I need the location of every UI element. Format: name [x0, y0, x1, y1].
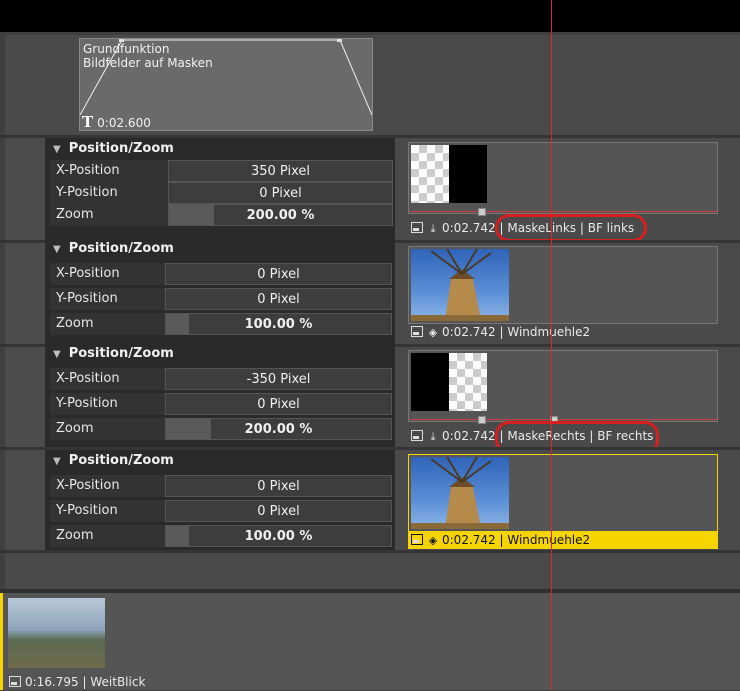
zoom-slider[interactable]: 200.00 %	[168, 204, 393, 226]
mask-black-area	[449, 145, 487, 203]
clip-duration: 0:02.742	[442, 221, 496, 235]
transparency-checker	[449, 353, 487, 411]
keyframe-handle[interactable]	[478, 416, 486, 424]
title-clip[interactable]: Grundfunktion Bildfelder auf Masken T 0:0…	[79, 38, 373, 131]
y-position-field[interactable]: 0 Pixel	[165, 288, 392, 310]
layers-icon: ◈	[428, 534, 438, 547]
zoom-slider[interactable]: 200.00 %	[165, 418, 392, 440]
mask-black-area	[411, 353, 449, 411]
layers-icon: ◈	[428, 326, 438, 339]
x-position-label: X-Position	[50, 263, 165, 285]
clip-name: | Windmuehle2	[499, 533, 591, 547]
panel-header: Position/Zoom	[68, 346, 174, 361]
mask-right-clip[interactable]	[408, 350, 718, 422]
windmill-thumbnail	[411, 457, 509, 529]
title-duration: 0:02.600	[97, 116, 151, 130]
y-position-label: Y-Position	[50, 182, 168, 204]
image-icon	[411, 430, 423, 441]
highlight-oval	[495, 214, 647, 242]
windmill-thumbnail	[411, 249, 509, 321]
zoom-label: Zoom	[50, 525, 165, 547]
clip-duration: 0:02.742	[442, 429, 496, 443]
y-position-field[interactable]: 0 Pixel	[168, 182, 393, 204]
position-zoom-panel: ▼ Position/Zoom X-Position 0 Pixel Y-Posi…	[45, 238, 395, 344]
x-position-label: X-Position	[50, 368, 165, 390]
download-icon: ⤓	[430, 430, 436, 443]
clip-name: | WeitBlick	[82, 675, 146, 689]
zoom-label: Zoom	[50, 313, 165, 335]
y-position-field[interactable]: 0 Pixel	[165, 500, 392, 522]
x-position-field[interactable]: 350 Pixel	[168, 160, 393, 182]
x-position-field[interactable]: 0 Pixel	[165, 475, 392, 497]
zoom-label: Zoom	[50, 418, 165, 440]
panel-header: Position/Zoom	[68, 141, 174, 156]
x-position-label: X-Position	[50, 160, 168, 182]
x-position-field[interactable]: -350 Pixel	[165, 368, 392, 390]
panel-header: Position/Zoom	[68, 241, 174, 256]
x-position-field[interactable]: 0 Pixel	[165, 263, 392, 285]
title-line-1: Grundfunktion	[83, 42, 170, 56]
windmill-image	[411, 249, 509, 321]
download-icon: ⤓	[430, 222, 436, 235]
image-icon	[411, 534, 423, 545]
clip-duration: 0:02.742	[442, 325, 496, 339]
y-position-label: Y-Position	[50, 393, 165, 415]
windmill-image	[411, 457, 509, 529]
clip-duration: 0:02.742	[442, 533, 496, 547]
y-position-label: Y-Position	[50, 500, 165, 522]
text-T-icon: T	[82, 113, 94, 131]
panel-header: Position/Zoom	[68, 453, 174, 468]
position-zoom-panel: ▼ Position/Zoom X-Position -350 Pixel Y-P…	[45, 343, 395, 447]
y-position-field[interactable]: 0 Pixel	[165, 393, 392, 415]
collapse-triangle-icon[interactable]: ▼	[53, 139, 61, 161]
title-line-2: Bildfelder auf Masken	[83, 56, 213, 70]
zoom-label: Zoom	[50, 204, 168, 226]
playhead[interactable]	[551, 0, 552, 690]
collapse-triangle-icon[interactable]: ▼	[53, 239, 61, 261]
clip-info-bar: 0:16.795 | WeitBlick	[6, 673, 145, 691]
mask-left-clip[interactable]	[408, 142, 718, 214]
top-bar	[0, 0, 740, 32]
clip-duration: 0:16.795	[25, 675, 79, 689]
y-position-label: Y-Position	[50, 288, 165, 310]
clip-name: | Windmuehle2	[499, 325, 591, 339]
image-icon	[411, 222, 423, 233]
transparency-checker	[411, 145, 449, 203]
clip-info-bar: ◈ 0:02.742 | Windmuehle2	[408, 323, 590, 341]
clip-info-bar-selected: ◈ 0:02.742 | Windmuehle2	[408, 531, 718, 549]
image-icon	[411, 326, 423, 337]
empty-track	[5, 553, 740, 589]
zoom-slider[interactable]: 100.00 %	[165, 313, 392, 335]
windmill-clip[interactable]	[408, 246, 718, 324]
image-icon	[9, 676, 21, 687]
x-position-label: X-Position	[50, 475, 165, 497]
collapse-triangle-icon[interactable]: ▼	[53, 344, 61, 366]
collapse-triangle-icon[interactable]: ▼	[53, 451, 61, 473]
position-zoom-panel: ▼ Position/Zoom X-Position 0 Pixel Y-Posi…	[45, 450, 395, 560]
zoom-slider[interactable]: 100.00 %	[165, 525, 392, 547]
keyframe-handle[interactable]	[478, 208, 486, 216]
position-zoom-panel: ▼ Position/Zoom X-Position 350 Pixel Y-Po…	[45, 138, 395, 238]
landscape-thumbnail[interactable]	[8, 598, 105, 668]
